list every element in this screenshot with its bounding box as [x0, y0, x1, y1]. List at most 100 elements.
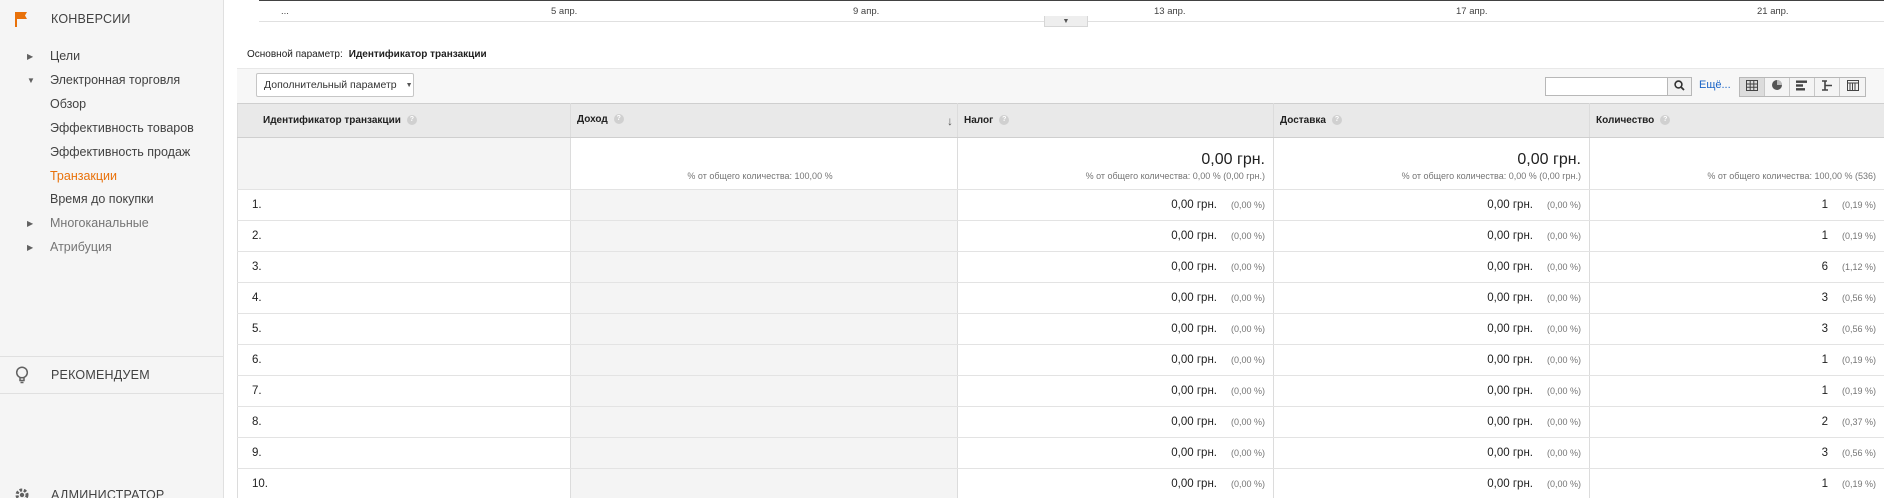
tax-percent: (0,00 %) — [1230, 231, 1265, 241]
table-search-input[interactable] — [1545, 77, 1669, 96]
sidebar-section-conversions[interactable]: КОНВЕРСИИ — [0, 0, 224, 38]
shipping-cell: 0,00 грн. (0,00 %) — [1273, 468, 1590, 498]
timeline-label: 5 апр. — [551, 6, 578, 17]
quantity-cell: 6 (1,12 %) — [1589, 251, 1884, 283]
quantity-percent: (0,56 %) — [1841, 293, 1876, 303]
table-toolbar: Дополнительный параметр ▼ Ещё... — [237, 68, 1884, 103]
transactions-table: Идентификатор транзакции? Доход? ↓ Налог?… — [237, 103, 1884, 498]
tax-percent: (0,00 %) — [1230, 417, 1265, 427]
table-row[interactable]: 8. 0,00 грн. (0,00 %) 0,00 грн. (0,00 %) 2 (0,… — [237, 406, 1884, 438]
row-index-cell: 4. — [237, 282, 571, 314]
row-index-cell: 6. — [237, 344, 571, 376]
quantity-cell: 2 (0,37 %) — [1589, 406, 1884, 438]
sidebar-item-sales-performance[interactable]: Эффективность продаж — [0, 142, 224, 162]
help-icon[interactable]: ? — [1331, 115, 1342, 126]
tax-cell: 0,00 грн. (0,00 %) — [957, 220, 1274, 252]
sidebar-section-admin[interactable]: АДМИНИСТРАТОР — [0, 476, 224, 498]
sidebar-item-ecommerce[interactable]: ▼ Электронная торговля — [0, 70, 224, 90]
sidebar-item-label: Атрибуция — [50, 240, 112, 254]
table-row[interactable]: 5. 0,00 грн. (0,00 %) 0,00 грн. (0,00 %) 3 (0,… — [237, 313, 1884, 345]
sidebar-item-goals[interactable]: ▶ Цели — [0, 46, 224, 66]
totals-cell-shipping: 0,00 грн. % от общего количества: 0,00 % … — [1273, 137, 1590, 190]
help-icon[interactable]: ? — [1660, 115, 1671, 126]
revenue-cell — [570, 189, 958, 221]
column-header-transaction-id[interactable]: Идентификатор транзакции? — [237, 103, 571, 138]
tax-cell: 0,00 грн. (0,00 %) — [957, 189, 1274, 221]
gear-icon — [14, 487, 30, 498]
totals-cell-revenue: % от общего количества: 100,00 % — [570, 137, 958, 190]
column-header-label: Идентификатор транзакции — [263, 115, 401, 126]
column-header-quantity[interactable]: Количество? — [1589, 103, 1884, 138]
quantity-cell: 1 (0,19 %) — [1589, 468, 1884, 498]
chart-collapse-button[interactable]: ▼ — [1044, 16, 1088, 27]
primary-dimension-label: Основной параметр: — [247, 49, 343, 60]
search-button[interactable] — [1667, 77, 1692, 96]
pie-view-button[interactable] — [1765, 78, 1790, 96]
triangle-down-icon: ▼ — [27, 75, 35, 85]
more-link[interactable]: Ещё... — [1699, 79, 1731, 91]
sidebar-item-transactions[interactable]: Транзакции — [0, 166, 224, 186]
revenue-cell — [570, 468, 958, 498]
sidebar-item-label: Электронная торговля — [50, 73, 181, 87]
pivot-view-button[interactable] — [1840, 78, 1865, 96]
table-row[interactable]: 3. 0,00 грн. (0,00 %) 0,00 грн. (0,00 %) 6 (1,… — [237, 251, 1884, 283]
shipping-cell: 0,00 грн. (0,00 %) — [1273, 375, 1590, 407]
tax-value: 0,00 грн. — [1171, 199, 1217, 211]
totals-value: 0,00 грн. — [1201, 151, 1265, 168]
row-index: 8. — [252, 416, 262, 428]
help-icon[interactable]: ? — [613, 113, 624, 124]
comparison-view-button[interactable] — [1815, 78, 1840, 96]
table-row[interactable]: 2. 0,00 грн. (0,00 %) 0,00 грн. (0,00 %) 1 (0,… — [237, 220, 1884, 252]
quantity-cell: 1 (0,19 %) — [1589, 220, 1884, 252]
triangle-right-icon: ▶ — [27, 242, 34, 252]
shipping-value: 0,00 грн. — [1487, 447, 1533, 459]
table-view-button[interactable] — [1740, 78, 1765, 96]
revenue-cell — [570, 313, 958, 345]
tax-cell: 0,00 грн. (0,00 %) — [957, 251, 1274, 283]
table-row[interactable]: 4. 0,00 грн. (0,00 %) 0,00 грн. (0,00 %) 3 (0,… — [237, 282, 1884, 314]
table-row[interactable]: 7. 0,00 грн. (0,00 %) 0,00 грн. (0,00 %) 1 (0,… — [237, 375, 1884, 407]
column-header-revenue[interactable]: Доход? ↓ — [570, 103, 958, 138]
table-row[interactable]: 1. 0,00 грн. (0,00 %) 0,00 грн. (0,00 %) 1 (0,… — [237, 189, 1884, 221]
sidebar-item-label: Эффективность товаров — [50, 121, 194, 135]
tax-percent: (0,00 %) — [1230, 324, 1265, 334]
sidebar-section-recommend[interactable]: РЕКОМЕНДУЕМ — [0, 356, 224, 394]
table-row[interactable]: 9. 0,00 грн. (0,00 %) 0,00 грн. (0,00 %) 3 (0,… — [237, 437, 1884, 469]
sidebar-item-time-to-purchase[interactable]: Время до покупки — [0, 189, 224, 209]
row-index: 4. — [252, 292, 262, 304]
timeline-label: 17 апр. — [1456, 6, 1488, 17]
bar-view-button[interactable] — [1790, 78, 1815, 96]
sidebar-item-label: Время до покупки — [50, 192, 154, 206]
quantity-cell: 1 (0,19 %) — [1589, 375, 1884, 407]
quantity-percent: (0,56 %) — [1841, 448, 1876, 458]
main-content: ... 5 апр. 9 апр. 13 апр. 17 апр. 21 апр… — [237, 0, 1884, 498]
sidebar-item-multichannel[interactable]: ▶ Многоканальные — [0, 213, 224, 233]
table-row[interactable]: 10. 0,00 грн. (0,00 %) 0,00 грн. (0,00 %) 1 (0… — [237, 468, 1884, 498]
primary-dimension-value[interactable]: Идентификатор транзакции — [349, 49, 487, 60]
shipping-value: 0,00 грн. — [1487, 323, 1533, 335]
sidebar-item-overview[interactable]: Обзор — [0, 94, 224, 114]
secondary-dimension-dropdown[interactable]: Дополнительный параметр ▼ — [256, 73, 414, 97]
sidebar-item-product-performance[interactable]: Эффективность товаров — [0, 118, 224, 138]
row-index: 5. — [252, 323, 262, 335]
shipping-value: 0,00 грн. — [1487, 230, 1533, 242]
column-header-shipping[interactable]: Доставка? — [1273, 103, 1590, 138]
sort-descending-icon[interactable]: ↓ — [947, 114, 953, 128]
table-row[interactable]: 6. 0,00 грн. (0,00 %) 0,00 грн. (0,00 %) 1 (0,… — [237, 344, 1884, 376]
quantity-cell: 3 (0,56 %) — [1589, 282, 1884, 314]
quantity-value: 1 — [1821, 199, 1828, 211]
sidebar-item-attribution[interactable]: ▶ Атрибуция — [0, 237, 224, 257]
help-icon[interactable]: ? — [406, 115, 417, 126]
tax-cell: 0,00 грн. (0,00 %) — [957, 437, 1274, 469]
row-index: 9. — [252, 447, 262, 459]
help-icon[interactable]: ? — [999, 115, 1010, 126]
sidebar-section-title: КОНВЕРСИИ — [51, 12, 131, 26]
column-header-tax[interactable]: Налог? — [957, 103, 1274, 138]
revenue-cell — [570, 220, 958, 252]
table-header-row: Идентификатор транзакции? Доход? ↓ Налог?… — [237, 103, 1884, 138]
sidebar-item-label: Многоканальные — [50, 216, 149, 230]
shipping-cell: 0,00 грн. (0,00 %) — [1273, 282, 1590, 314]
sidebar-section-title: РЕКОМЕНДУЕМ — [51, 368, 150, 382]
quantity-percent: (0,19 %) — [1841, 479, 1876, 489]
tax-percent: (0,00 %) — [1230, 479, 1265, 489]
